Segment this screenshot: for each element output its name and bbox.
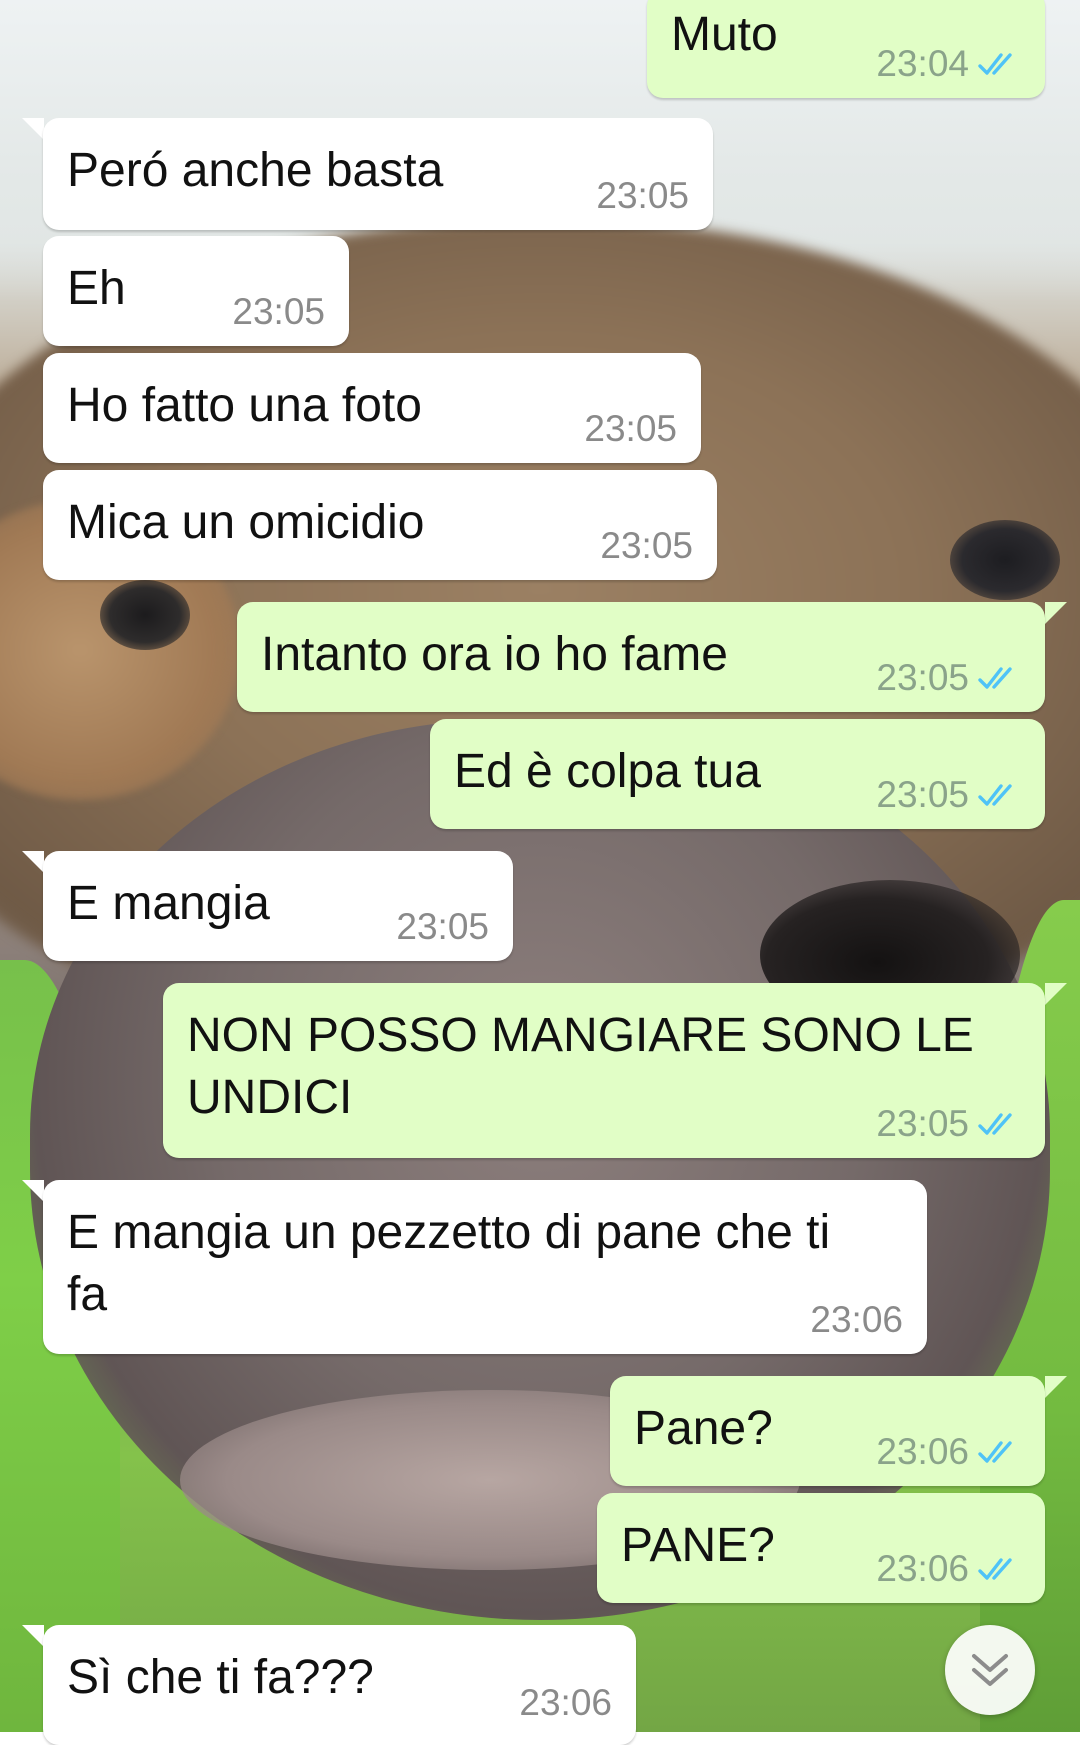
message-time: 23:05 — [396, 906, 489, 947]
bubble-tail — [1045, 983, 1067, 1005]
double-check-read-icon — [978, 53, 1012, 75]
message-meta: 23:05 — [600, 526, 693, 566]
message-time: 23:06 — [810, 1299, 903, 1340]
message-time: 23:06 — [519, 1682, 612, 1723]
outgoing-message[interactable]: Ed è colpa tua 23:05 — [430, 719, 1045, 829]
message-meta: 23:05 — [876, 658, 1023, 698]
message-text: Muto — [671, 8, 778, 61]
message-text: PANE? — [621, 1519, 775, 1572]
outgoing-message[interactable]: Muto 23:04 — [647, 0, 1045, 98]
double-chevron-down-icon — [972, 1654, 1008, 1686]
outgoing-message[interactable]: Pane? 23:06 — [610, 1376, 1045, 1486]
message-meta: 23:06 — [519, 1683, 612, 1723]
scroll-to-bottom-button[interactable] — [945, 1625, 1035, 1715]
message-text: Ed è colpa tua — [454, 745, 761, 798]
message-text: Ho fatto una foto — [67, 379, 422, 432]
message-meta: 23:06 — [876, 1549, 1023, 1589]
message-text: Peró anche basta — [67, 144, 444, 197]
message-time: 23:05 — [232, 291, 325, 332]
message-text: Pane? — [634, 1402, 773, 1455]
outgoing-message[interactable]: PANE? 23:06 — [597, 1493, 1045, 1603]
message-text: Intanto ora io ho fame — [261, 628, 728, 681]
message-text: E mangia — [67, 877, 270, 930]
incoming-message[interactable]: E mangia un pezzetto di pane che ti fa 2… — [43, 1180, 927, 1354]
outgoing-message[interactable]: Intanto ora io ho fame 23:05 — [237, 602, 1045, 712]
bubble-tail — [22, 1625, 44, 1647]
message-meta: 23:05 — [584, 409, 677, 449]
incoming-message[interactable]: Mica un omicidio 23:05 — [43, 470, 717, 580]
double-check-read-icon — [978, 1113, 1012, 1135]
bubble-tail — [22, 1180, 44, 1202]
bubble-tail — [1045, 1376, 1067, 1398]
incoming-message[interactable]: Eh 23:05 — [43, 236, 349, 346]
message-meta: 23:06 — [876, 1432, 1023, 1472]
message-text: E mangia un pezzetto di pane che ti fa — [67, 1206, 831, 1321]
double-check-read-icon — [978, 784, 1012, 806]
message-meta: 23:06 — [810, 1300, 903, 1340]
bubble-tail — [22, 851, 44, 873]
message-time: 23:05 — [584, 408, 677, 449]
outgoing-message[interactable]: NON POSSO MANGIARE SONO LE UNDICI 23:05 — [163, 983, 1045, 1158]
message-list[interactable]: Muto 23:04 Peró anche basta 23:05 Eh 23:… — [0, 0, 1080, 1745]
message-time: 23:06 — [876, 1548, 969, 1589]
message-time: 23:05 — [596, 175, 689, 216]
incoming-message[interactable]: E mangia 23:05 — [43, 851, 513, 961]
incoming-message[interactable]: Peró anche basta 23:05 — [43, 118, 713, 230]
message-text: Sì che ti fa??? — [67, 1651, 374, 1704]
double-check-read-icon — [978, 667, 1012, 689]
message-meta: 23:05 — [876, 775, 1023, 815]
incoming-message[interactable]: Ho fatto una foto 23:05 — [43, 353, 701, 463]
bubble-tail — [22, 118, 44, 140]
message-meta: 23:05 — [396, 907, 489, 947]
message-time: 23:05 — [876, 657, 969, 698]
message-meta: 23:05 — [876, 1104, 1023, 1144]
message-meta: 23:05 — [232, 292, 325, 332]
message-meta: 23:05 — [596, 176, 689, 216]
message-time: 23:05 — [876, 774, 969, 815]
message-text: Eh — [67, 262, 126, 315]
bubble-tail — [1045, 602, 1067, 624]
message-time: 23:05 — [876, 1103, 969, 1144]
double-check-read-icon — [978, 1558, 1012, 1580]
message-time: 23:06 — [876, 1431, 969, 1472]
message-time: 23:04 — [876, 43, 969, 84]
double-check-read-icon — [978, 1441, 1012, 1463]
message-time: 23:05 — [600, 525, 693, 566]
message-text: Mica un omicidio — [67, 496, 425, 549]
incoming-message[interactable]: Sì che ti fa??? 23:06 — [43, 1625, 636, 1745]
message-meta: 23:04 — [876, 44, 1023, 84]
